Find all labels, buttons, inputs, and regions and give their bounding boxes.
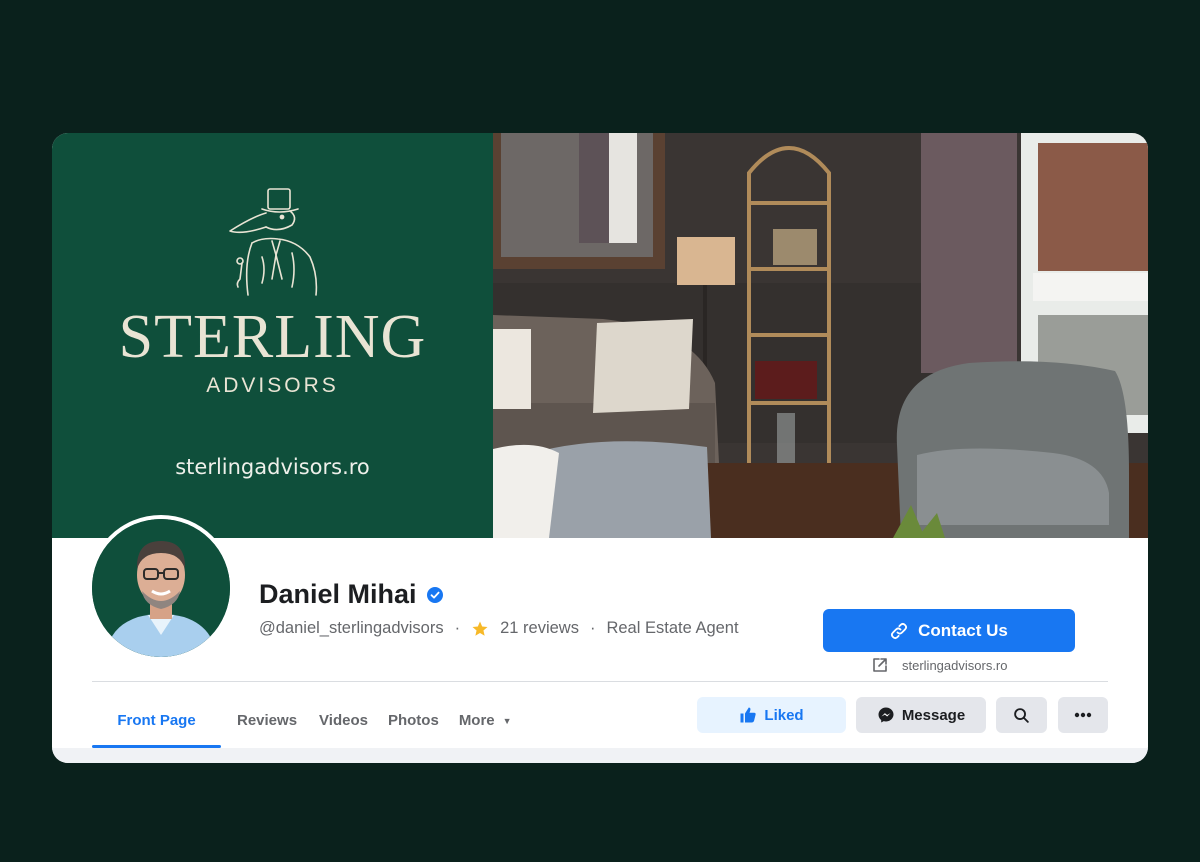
link-icon [891, 622, 908, 639]
profile-meta: @daniel_sterlingadvisors · 21 reviews · … [259, 619, 739, 638]
tab-more[interactable]: More ▼ [449, 693, 522, 748]
caret-down-icon: ▼ [502, 715, 512, 726]
profile-card: STERLING ADVISORS sterlingadvisors.ro Da… [52, 133, 1148, 763]
search-button[interactable] [996, 697, 1047, 733]
divider [92, 681, 1108, 682]
verified-badge-icon [426, 586, 443, 603]
profile-handle: @daniel_sterlingadvisors [259, 619, 444, 637]
tab-label: Videos [319, 712, 368, 729]
message-label: Message [901, 706, 966, 724]
crocodile-top-hat-icon [229, 188, 318, 296]
contact-us-button[interactable]: Contact Us [823, 609, 1075, 652]
reviews-count[interactable]: 21 reviews [500, 619, 579, 638]
more-options-button[interactable] [1058, 697, 1108, 733]
tab-front-page[interactable]: Front Page [92, 693, 221, 748]
profile-tabs: Front Page Reviews Videos Photos More ▼ [92, 693, 522, 748]
thumbs-up-icon [740, 707, 757, 723]
liked-label: Liked [764, 706, 804, 724]
search-icon [1014, 707, 1029, 723]
brand-name: STERLING [118, 303, 427, 371]
brand-panel: STERLING ADVISORS sterlingadvisors.ro [52, 133, 493, 538]
star-icon [472, 621, 488, 636]
messenger-icon [878, 707, 894, 723]
cover-image: STERLING ADVISORS sterlingadvisors.ro [52, 133, 1148, 538]
message-button[interactable]: Message [856, 697, 986, 733]
tab-label: Front Page [117, 712, 196, 729]
brand-url: sterlingadvisors.ro [175, 455, 370, 479]
separator-dot: · [454, 619, 461, 637]
tab-label: Photos [387, 712, 439, 729]
profile-avatar[interactable] [88, 515, 234, 661]
avatar [92, 519, 230, 657]
profile-name: Daniel Mihai [259, 579, 417, 609]
separator-dot: · [589, 619, 596, 637]
tab-videos[interactable]: Videos [309, 693, 378, 748]
website-link[interactable]: sterlingadvisors.ro [872, 657, 1008, 673]
brand-subtitle: ADVISORS [206, 374, 339, 397]
profile-name-row: Daniel Mihai [259, 579, 443, 610]
ellipsis-icon [1074, 712, 1092, 718]
tab-reviews[interactable]: Reviews [227, 693, 307, 748]
tab-photos[interactable]: Photos [378, 693, 449, 748]
website-label: sterlingadvisors.ro [902, 657, 1008, 673]
contact-us-label: Contact Us [918, 620, 1008, 640]
tab-label: Reviews [237, 712, 298, 729]
profile-category: Real Estate Agent [606, 619, 739, 637]
external-link-icon [873, 658, 887, 672]
living-room-photo [493, 133, 1148, 538]
content-area-edge [52, 748, 1148, 763]
tab-label: More [458, 712, 495, 729]
liked-button[interactable]: Liked [697, 697, 846, 733]
